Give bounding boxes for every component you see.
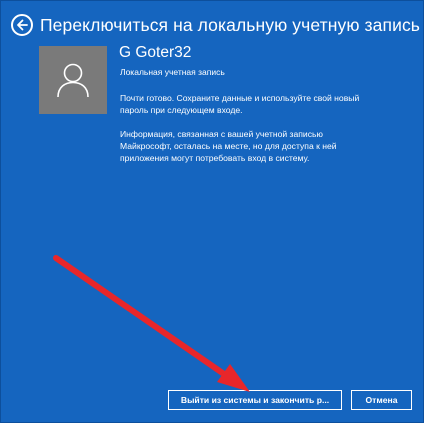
signout-finish-button[interactable]: Выйти из системы и закончить р... xyxy=(168,390,342,410)
info-message-line: Майкрософт, осталась на месте, но для до… xyxy=(120,141,337,151)
info-message-line: Информация, связанная с вашей учетной за… xyxy=(120,129,323,139)
account-type-label: Локальная учетная запись xyxy=(120,67,225,77)
signout-finish-button-label: Выйти из системы и закончить р... xyxy=(180,395,330,405)
back-button[interactable] xyxy=(11,14,33,36)
avatar xyxy=(39,46,107,114)
cancel-button[interactable]: Отмена xyxy=(351,390,412,410)
info-message: Информация, связанная с вашей учетной за… xyxy=(120,128,410,164)
ready-message: Почти готово. Сохраните данные и использ… xyxy=(120,92,410,116)
ready-message-line: пароль при следующем входе. xyxy=(120,105,243,115)
cancel-button-label: Отмена xyxy=(365,395,398,405)
user-name: G Goter32 xyxy=(119,44,192,61)
page-title: Переключиться на локальную учетную запис… xyxy=(40,14,421,35)
info-message-line: приложения могут потребовать вход в сист… xyxy=(120,153,310,163)
header: Переключиться на локальную учетную запис… xyxy=(11,12,420,38)
ready-message-line: Почти готово. Сохраните данные и использ… xyxy=(120,93,360,103)
dialog-window: Переключиться на локальную учетную запис… xyxy=(0,0,424,423)
back-arrow-icon xyxy=(17,19,28,31)
user-silhouette-icon xyxy=(57,63,89,98)
